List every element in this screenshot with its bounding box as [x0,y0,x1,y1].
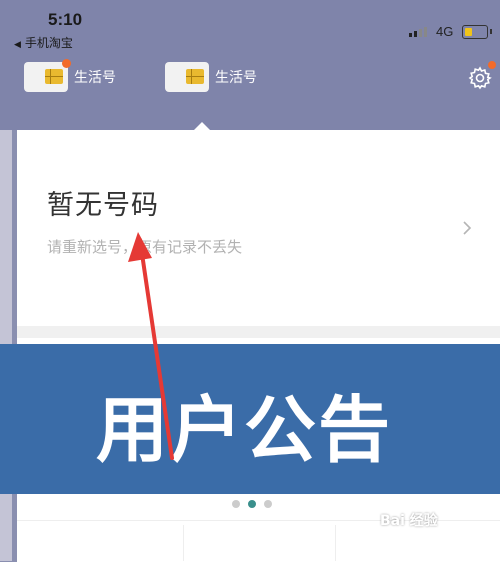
back-app-label: 手机淘宝 [24,36,73,50]
carousel-dot[interactable] [232,500,240,508]
back-arrow-icon: ◀ [14,40,21,50]
carousel-dot[interactable] [264,500,272,508]
grid-divider [335,525,336,561]
back-to-app-link[interactable]: ◀ 手机淘宝 [14,34,73,51]
card-title: 暂无号码 [47,190,159,221]
chevron-right-icon[interactable] [458,219,476,237]
network-type: 4G [436,24,454,39]
sim-card-icon [24,59,71,92]
banner-title: 用户公告 [96,388,393,472]
battery-icon [462,25,492,39]
carousel-indicator [232,500,272,508]
status-bar: 5:10 ◀ 手机淘宝 4G [0,0,500,55]
number-card[interactable] [17,130,500,326]
sim-card-icon [165,62,209,92]
grid-divider [183,525,184,561]
sim-tab-1[interactable]: 生活号 [24,59,116,92]
signal-icon [409,27,427,37]
status-time: 5:10 [48,10,83,29]
sim-tab-label: 生活号 [215,70,257,86]
section-divider [17,326,500,338]
carousel-dot-active[interactable] [248,500,256,508]
watermark-logo: Bai 经验 [380,513,438,529]
sim-tab-label: 生活号 [74,70,116,86]
settings-gear-icon[interactable] [468,66,492,90]
tab-pointer [193,122,211,131]
notification-badge [62,59,71,68]
sim-tab-2[interactable]: 生活号 [165,62,257,92]
settings-badge [488,61,496,69]
card-hint: 请重新选号，原有记录不丢失 [47,238,243,256]
